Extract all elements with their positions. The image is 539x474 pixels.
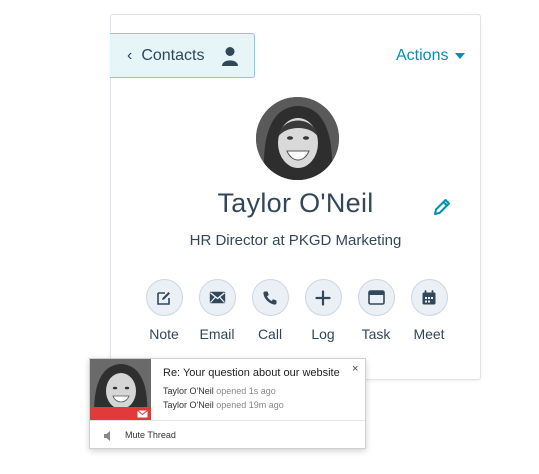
meet-label: Meet bbox=[413, 326, 445, 342]
plus-icon bbox=[315, 289, 331, 306]
notification-divider bbox=[90, 420, 365, 421]
note-icon bbox=[157, 291, 170, 305]
task-button[interactable]: Task bbox=[346, 279, 406, 342]
email-icon bbox=[209, 291, 225, 304]
note-label: Note bbox=[149, 326, 179, 342]
envelope-icon bbox=[137, 409, 148, 417]
back-label: Contacts bbox=[141, 46, 205, 64]
email-tracking-notification[interactable]: Re: Your question about our website × Ta… bbox=[89, 358, 366, 449]
actions-dropdown[interactable]: Actions bbox=[396, 47, 466, 65]
speaker-mute-icon[interactable] bbox=[103, 430, 115, 442]
event-who: Taylor O'Neil bbox=[163, 386, 214, 396]
contact-job-title: HR Director at PKGD Marketing bbox=[189, 232, 402, 249]
task-icon bbox=[367, 290, 385, 305]
meet-button[interactable]: Meet bbox=[399, 279, 459, 342]
notification-subject: Re: Your question about our website bbox=[163, 367, 340, 379]
avatar-photo bbox=[256, 97, 339, 180]
notification-event: Taylor O'Neil opened 1s ago bbox=[163, 386, 276, 396]
log-label: Log bbox=[311, 326, 335, 342]
back-to-contacts-button[interactable]: ‹ Contacts bbox=[110, 33, 255, 78]
email-button[interactable]: Email bbox=[187, 279, 247, 342]
close-icon[interactable]: × bbox=[352, 363, 358, 375]
call-button[interactable]: Call bbox=[240, 279, 300, 342]
notification-event: Taylor O'Neil opened 19m ago bbox=[163, 400, 284, 410]
event-what: opened 1s ago bbox=[216, 386, 276, 396]
log-button[interactable]: Log bbox=[293, 279, 353, 342]
notification-alert-bar bbox=[90, 407, 151, 420]
chevron-left-icon: ‹ bbox=[127, 46, 133, 64]
pencil-icon[interactable] bbox=[432, 197, 452, 217]
note-button[interactable]: Note bbox=[134, 279, 194, 342]
contact-name: Taylor O'Neil bbox=[217, 188, 374, 218]
email-label: Email bbox=[199, 326, 235, 342]
actions-label: Actions bbox=[396, 47, 449, 64]
phone-icon bbox=[263, 291, 277, 305]
mute-thread-button[interactable]: Mute Thread bbox=[125, 430, 176, 440]
contact-avatar bbox=[256, 97, 339, 180]
event-what: opened 19m ago bbox=[216, 400, 284, 410]
call-label: Call bbox=[257, 326, 283, 342]
task-label: Task bbox=[361, 326, 391, 342]
calendar-icon bbox=[422, 289, 436, 304]
caret-down-icon bbox=[455, 53, 466, 59]
event-who: Taylor O'Neil bbox=[163, 400, 214, 410]
person-icon bbox=[222, 47, 238, 66]
